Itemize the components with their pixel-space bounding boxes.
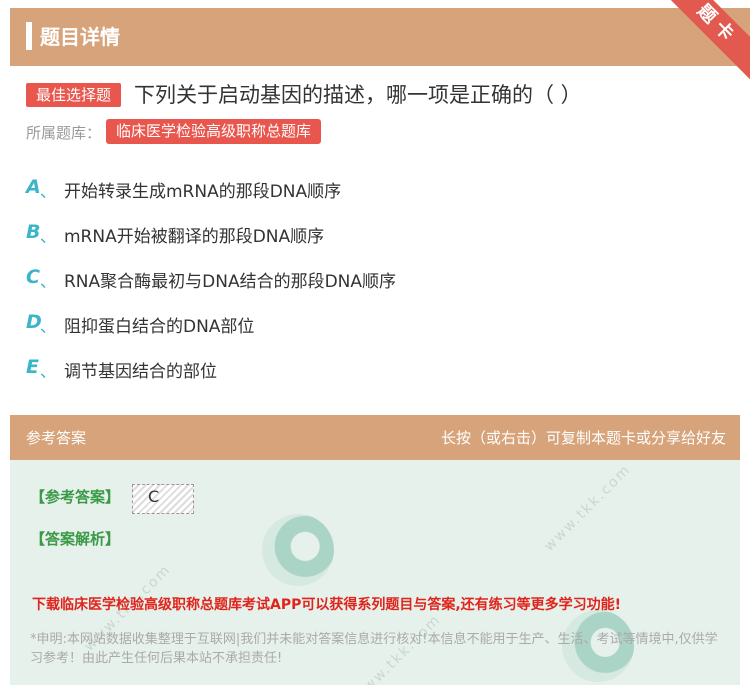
option-text: 调节基因结合的部位 [64, 362, 217, 382]
reference-answer-value: C [148, 487, 160, 506]
download-app-promo[interactable]: 下载临床医学检验高级职称总题库考试APP可以获得系列题目与答案,还有练习等更多学… [32, 594, 621, 614]
answer-bar-title: 参考答案 [26, 429, 87, 447]
answer-bar: 参考答案 长按（或右击）可复制本题卡或分享给好友 [10, 415, 740, 460]
header-bar: 题目详情 [10, 8, 750, 66]
question-row: 最佳选择题 下列关于启动基因的描述，哪一项是正确的（ ） [26, 80, 736, 110]
option-letter: E [26, 356, 39, 378]
share-hint: 长按（或右击）可复制本题卡或分享给好友 [440, 429, 726, 447]
answer-analysis-label: 【答案解析】 [30, 530, 121, 548]
header-accent [26, 22, 32, 50]
bank-link[interactable]: 临床医学检验高级职称总题库 [106, 119, 322, 144]
option-separator: 、 [40, 227, 57, 246]
option-letter: B [26, 221, 41, 243]
option-d[interactable]: D 、 阻抑蛋白结合的DNA部位 [26, 305, 726, 350]
answer-area: www.tkk.com www.tkk.com www.tkk.com 【参考答… [10, 460, 740, 685]
option-c[interactable]: C 、 RNA聚合酶最初与DNA结合的那段DNA顺序 [26, 260, 726, 305]
option-text: 开始转录生成mRNA的那段DNA顺序 [64, 182, 342, 202]
option-letter: A [26, 176, 41, 198]
option-separator: 、 [40, 362, 57, 381]
option-text: RNA聚合酶最初与DNA结合的那段DNA顺序 [64, 272, 397, 292]
reference-answer-box [132, 484, 194, 514]
option-separator: 、 [40, 317, 57, 336]
option-separator: 、 [40, 182, 57, 201]
bank-label: 所属题库： [26, 124, 102, 142]
option-separator: 、 [40, 272, 57, 291]
watermark-logo-icon [262, 514, 334, 586]
option-text: 阻抑蛋白结合的DNA部位 [64, 317, 255, 337]
option-a[interactable]: A 、 开始转录生成mRNA的那段DNA顺序 [26, 170, 726, 215]
page-title: 题目详情 [40, 25, 120, 49]
question-type-badge: 最佳选择题 [26, 83, 122, 107]
option-letter: C [26, 266, 40, 288]
options-list: A 、 开始转录生成mRNA的那段DNA顺序 B 、 mRNA开始被翻译的那段D… [26, 170, 726, 395]
watermark-text: www.tkk.com [541, 461, 635, 555]
option-e[interactable]: E 、 调节基因结合的部位 [26, 350, 726, 395]
option-b[interactable]: B 、 mRNA开始被翻译的那段DNA顺序 [26, 215, 726, 260]
option-text: mRNA开始被翻译的那段DNA顺序 [64, 227, 325, 247]
reference-answer-label: 【参考答案】 [30, 488, 121, 506]
disclaimer-text: *申明:本网站数据收集整理于互联网|我们并未能对答案信息进行核对!本信息不能用于… [30, 632, 718, 666]
question-text: 下列关于启动基因的描述，哪一项是正确的（ ） [134, 83, 582, 107]
